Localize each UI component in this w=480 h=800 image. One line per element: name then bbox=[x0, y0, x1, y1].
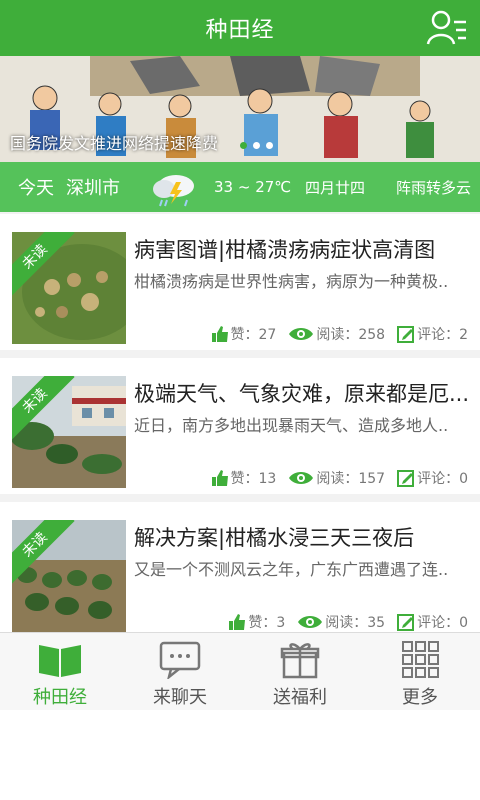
like-stat[interactable]: 赞：27 bbox=[211, 324, 277, 344]
read-count: 阅读：35 bbox=[325, 615, 386, 631]
tab-more[interactable]: 更多 bbox=[360, 633, 480, 710]
tab-label: 更多 bbox=[402, 687, 438, 708]
weather-lunar-date: 四月廿四 bbox=[305, 178, 366, 197]
article-title: 病害图谱|柑橘溃疡病症状高清图 bbox=[134, 238, 436, 262]
tab-label: 种田经 bbox=[33, 687, 87, 708]
article-stats: 赞：13 阅读：157 评论：0 bbox=[199, 468, 468, 488]
comment-count: 评论：0 bbox=[417, 471, 468, 487]
pagination-dot-active[interactable] bbox=[240, 142, 247, 149]
weather-bar[interactable]: 今天 深圳市 33 ~ 27℃ 四月廿四 阵雨转多云 bbox=[0, 162, 480, 212]
weather-city: 深圳市 bbox=[66, 178, 120, 199]
top-bar: 种田经 bbox=[0, 0, 480, 56]
like-count: 赞：13 bbox=[230, 471, 277, 487]
like-stat[interactable]: 赞：3 bbox=[228, 612, 285, 632]
edit-icon bbox=[397, 614, 415, 631]
banner-pagination bbox=[240, 142, 273, 149]
tab-gifts[interactable]: 送福利 bbox=[240, 633, 360, 710]
article-stats: 赞：3 阅读：35 评论：0 bbox=[216, 612, 468, 632]
comment-count: 评论：0 bbox=[417, 615, 468, 631]
article-summary: 近日，南方多地出现暴雨天气、造成多地人.. bbox=[134, 416, 449, 435]
edit-icon bbox=[397, 470, 415, 487]
news-banner[interactable]: 国务院发文推进网络提速降费 bbox=[0, 56, 480, 162]
article-stats: 赞：27 阅读：258 评论：2 bbox=[199, 324, 468, 344]
tab-label: 送福利 bbox=[273, 687, 327, 708]
tab-label: 来聊天 bbox=[153, 687, 207, 708]
article-thumbnail: 未读 bbox=[12, 232, 126, 344]
weather-today-label: 今天 bbox=[18, 178, 54, 199]
article-thumbnail: 未读 bbox=[12, 376, 126, 488]
weather-description: 阵雨转多云 bbox=[396, 178, 472, 197]
read-stat: 阅读：35 bbox=[297, 612, 385, 632]
like-count: 赞：27 bbox=[230, 327, 277, 343]
article-card[interactable]: 未读 极端天气、气象灾难，原来都是厄... 近日，南方多地出现暴雨天气、造成多地… bbox=[0, 358, 480, 494]
thunderstorm-icon bbox=[153, 175, 194, 207]
weather-temperature: 33 ~ 27℃ bbox=[214, 178, 292, 196]
banner-caption: 国务院发文推进网络提速降费 bbox=[10, 134, 219, 153]
edit-icon bbox=[397, 326, 415, 343]
read-count: 阅读：258 bbox=[316, 327, 386, 343]
article-card[interactable]: 未读 病害图谱|柑橘溃疡病症状高清图 柑橘溃疡病是世界性病害，病原为一种黄极..… bbox=[0, 214, 480, 350]
read-stat: 阅读：258 bbox=[288, 324, 385, 344]
article-card[interactable]: 未读 解决方案|柑橘水浸三天三夜后 又是一个不测风云之年，广东广西遭遇了连.. … bbox=[0, 502, 480, 638]
grid-icon bbox=[402, 641, 439, 678]
like-stat[interactable]: 赞：13 bbox=[211, 468, 277, 488]
thumbs-up-icon bbox=[229, 614, 246, 630]
article-title: 解决方案|柑橘水浸三天三夜后 bbox=[134, 526, 415, 550]
article-summary: 柑橘溃疡病是世界性病害，病原为一种黄极.. bbox=[134, 272, 449, 291]
like-count: 赞：3 bbox=[248, 615, 286, 631]
gift-icon bbox=[280, 643, 320, 679]
bottom-tab-bar: 种田经 来聊天 送福利 更多 bbox=[0, 632, 480, 710]
tab-chat[interactable]: 来聊天 bbox=[120, 633, 240, 710]
pagination-dot[interactable] bbox=[266, 142, 273, 149]
tab-zhongtianjing[interactable]: 种田经 bbox=[0, 633, 120, 710]
comment-count: 评论：2 bbox=[417, 327, 468, 343]
eye-icon bbox=[289, 328, 314, 340]
eye-icon bbox=[289, 472, 314, 484]
chat-icon bbox=[159, 641, 201, 679]
read-stat: 阅读：157 bbox=[288, 468, 385, 488]
article-title: 极端天气、气象灾难，原来都是厄... bbox=[134, 382, 470, 406]
comment-stat[interactable]: 评论：0 bbox=[397, 612, 468, 632]
read-count: 阅读：157 bbox=[316, 471, 386, 487]
eye-icon bbox=[298, 616, 323, 628]
comment-stat[interactable]: 评论：0 bbox=[397, 468, 468, 488]
app-screen: 种田经 国务院发文推进网络提速降费 今天 深圳市 33 ~ 27℃ 四月廿四 阵… bbox=[0, 0, 480, 710]
article-thumbnail: 未读 bbox=[12, 520, 126, 632]
pagination-dot[interactable] bbox=[253, 142, 260, 149]
book-icon bbox=[39, 645, 81, 677]
comment-stat[interactable]: 评论：2 bbox=[397, 324, 468, 344]
article-summary: 又是一个不测风云之年，广东广西遭遇了连.. bbox=[134, 560, 449, 579]
thumbs-up-icon bbox=[211, 470, 228, 486]
app-title: 种田经 bbox=[205, 18, 275, 43]
thumbs-up-icon bbox=[211, 326, 228, 342]
user-menu-icon[interactable] bbox=[426, 8, 468, 48]
